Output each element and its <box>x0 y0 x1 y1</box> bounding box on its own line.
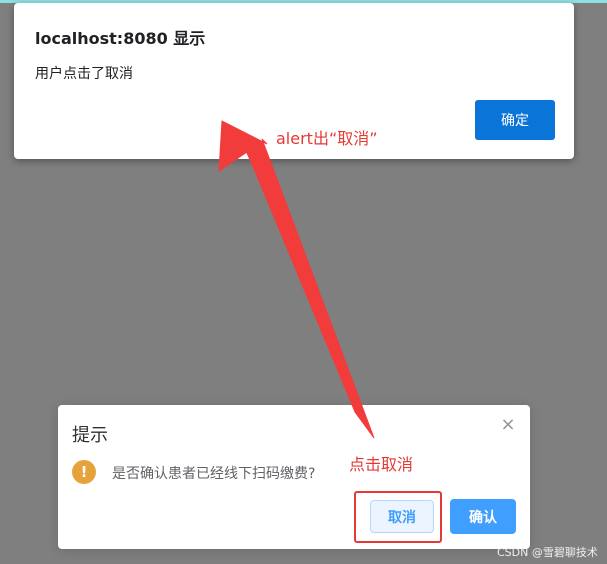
annotation-arrow-shape <box>218 120 375 439</box>
annotation-arrow <box>218 120 375 439</box>
annotation-alert-note: alert出“取消” <box>276 129 378 148</box>
annotation-click-note: 点击取消 <box>349 455 414 474</box>
annotation-highlight-box <box>354 491 442 543</box>
watermark: CSDN @雪碧聊技术 <box>497 546 598 559</box>
